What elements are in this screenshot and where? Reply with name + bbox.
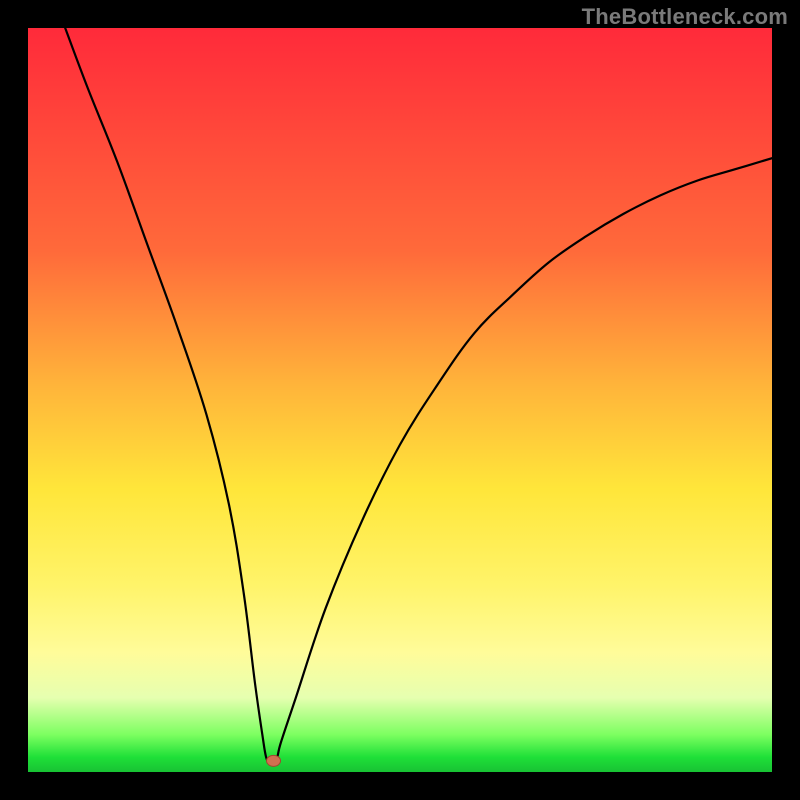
min-marker [267, 755, 281, 766]
curve-svg [28, 28, 772, 772]
watermark-text: TheBottleneck.com [582, 4, 788, 30]
chart-container: TheBottleneck.com [0, 0, 800, 800]
bottleneck-curve [65, 28, 772, 764]
plot-area [28, 28, 772, 772]
